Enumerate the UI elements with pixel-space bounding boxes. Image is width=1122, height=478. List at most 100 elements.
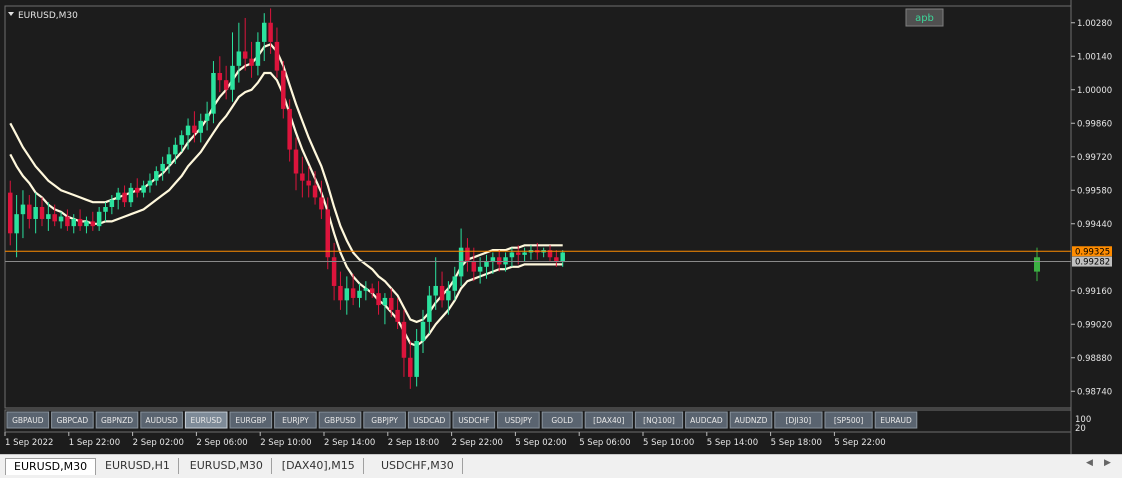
svg-text:0.99282: 0.99282: [1075, 258, 1110, 268]
symbol-button-eurgbp[interactable]: EURGBP: [229, 411, 273, 429]
candle-body: [312, 185, 318, 198]
candle-body: [141, 185, 146, 193]
candle-body: [395, 309, 400, 322]
candle-body: [433, 285, 438, 296]
candle: [427, 285, 432, 334]
symbol-button-nq100[interactable]: [NQ100]: [634, 411, 684, 429]
candle: [122, 185, 127, 207]
candle-body: [452, 276, 457, 291]
candle: [376, 281, 381, 315]
candle-body: [52, 214, 57, 222]
chart-tab-4[interactable]: USDCHF,M30: [373, 458, 463, 474]
svg-text:EURGBP: EURGBP: [235, 416, 266, 425]
chart-tab-0[interactable]: EURUSD,M30: [5, 458, 97, 475]
candle-body: [477, 266, 483, 272]
price-axis: 1.00280 1.00140 1.00000 0.99860 0.99720 0.995…: [1071, 19, 1112, 397]
symbol-button-gbpaud[interactable]: GBPAUD: [6, 411, 50, 429]
candle: [363, 281, 369, 301]
candle: [465, 238, 470, 272]
candle-body: [128, 187, 134, 203]
symbol-button-audusd[interactable]: AUDUSD: [140, 411, 183, 429]
candle-body: [427, 295, 432, 322]
candle: [27, 195, 32, 229]
candle-body: [65, 216, 70, 227]
candle: [211, 61, 216, 124]
candle-body: [274, 41, 280, 71]
candle-body: [287, 108, 292, 150]
symbol-button-gbpusd[interactable]: GBPUSD: [318, 411, 362, 429]
symbol-button-usdchf[interactable]: USDCHF: [452, 411, 496, 429]
symbol-button-gbpjpy[interactable]: GBPJPY: [363, 411, 406, 429]
symbol-button-gbpcad[interactable]: GBPCAD: [51, 411, 94, 429]
candle-body: [204, 113, 210, 121]
symbol-button-usdcad[interactable]: USDCAD: [407, 411, 451, 429]
time-tick-label: 5 Sep 22:00: [834, 438, 885, 448]
candle-body: [223, 80, 229, 90]
candle-body: [509, 252, 515, 258]
candle-body: [20, 204, 26, 215]
candle-body: [8, 192, 13, 234]
candle: [522, 247, 527, 263]
candle-body: [109, 199, 115, 207]
symbol-button-eurjpy[interactable]: EURJPY: [274, 411, 317, 429]
chart-tab-2[interactable]: EURUSD,M30: [182, 458, 272, 474]
candle: [33, 192, 38, 234]
symbol-button-gbpnzd[interactable]: GBPNZD: [95, 411, 139, 429]
chart-tab-1[interactable]: EURUSD,H1: [97, 458, 179, 474]
candle: [242, 17, 248, 71]
price-tick-label: 0.99020: [1077, 320, 1112, 330]
symbol-button-sp500[interactable]: [SP500]: [824, 411, 873, 429]
candle-body: [27, 204, 32, 219]
tab-scroll-left-icon[interactable]: ◀: [1086, 458, 1093, 468]
apb-button[interactable]: apb: [905, 8, 944, 27]
candle: [408, 341, 413, 389]
symbol-button-dji30[interactable]: [DJI30]: [774, 411, 823, 429]
triangle-down-icon[interactable]: [8, 12, 14, 16]
candle: [274, 27, 280, 78]
time-tick-label: 2 Sep 22:00: [452, 438, 503, 448]
candle-body: [230, 65, 235, 90]
chart-window[interactable]: EURUSD,M30 apb 1.00280 1.00140 1.00000 0.99…: [0, 0, 1122, 454]
time-tick-label: 5 Sep 18:00: [771, 438, 822, 448]
symbol-button-dax40[interactable]: [DAX40]: [584, 411, 633, 429]
svg-text:AUDNZD: AUDNZD: [735, 416, 768, 425]
symbol-button-gold[interactable]: GOLD: [541, 411, 583, 429]
candle-body: [325, 209, 330, 258]
candle-body: [115, 192, 121, 200]
price-tick-label: 0.99860: [1077, 119, 1112, 129]
candle-body: [496, 257, 502, 265]
candle: [262, 13, 267, 62]
candle-body: [382, 297, 388, 306]
candle: [230, 32, 235, 102]
symbol-button-eurusd[interactable]: EURUSD: [184, 411, 228, 429]
candle: [65, 209, 70, 231]
candle-body: [268, 22, 273, 42]
window-title: EURUSD,M30: [18, 11, 78, 21]
svg-text:EURJPY: EURJPY: [282, 416, 309, 425]
symbol-button-euraud[interactable]: EURAUD: [874, 411, 918, 429]
candle-body: [249, 58, 254, 66]
time-axis: 1 Sep 2022 1 Sep 22:00 2 Sep 02:00 2 Sep 06…: [4, 432, 886, 448]
candle: [77, 209, 83, 231]
symbol-button-audcad[interactable]: AUDCAD: [685, 411, 728, 429]
candle-body: [166, 154, 172, 164]
chart-tab-bar: EURUSD,M30 EURUSD,H1 EURUSD,M30 [DAX40],M15…: [0, 454, 1122, 478]
tab-scroll-right-icon[interactable]: ▶: [1104, 458, 1111, 468]
candle-body: [154, 171, 159, 181]
candle: [39, 197, 45, 227]
price-tick-label: 1.00000: [1077, 86, 1112, 96]
plot-frame: [4, 5, 1072, 409]
candle: [14, 195, 19, 258]
candle-body: [471, 262, 477, 272]
candle-body: [96, 211, 102, 227]
chart-tab-3[interactable]: [DAX40],M15: [274, 458, 364, 474]
symbol-button-usdjpy[interactable]: USDJPY: [497, 411, 540, 429]
symbol-button-audnzd[interactable]: AUDNZD: [729, 411, 773, 429]
price-chart[interactable]: EURUSD,M30 apb 1.00280 1.00140 1.00000 0.99…: [0, 0, 1122, 454]
candle: [135, 178, 140, 198]
svg-text:[DAX40]: [DAX40]: [593, 416, 624, 425]
candle-body: [103, 207, 108, 212]
candle: [204, 101, 210, 131]
symbol-button-bar: GBPAUD GBPCAD GBPNZD AUDUSD EURUSD EURGBP EURJ…: [6, 411, 918, 429]
candle-body: [160, 163, 165, 172]
